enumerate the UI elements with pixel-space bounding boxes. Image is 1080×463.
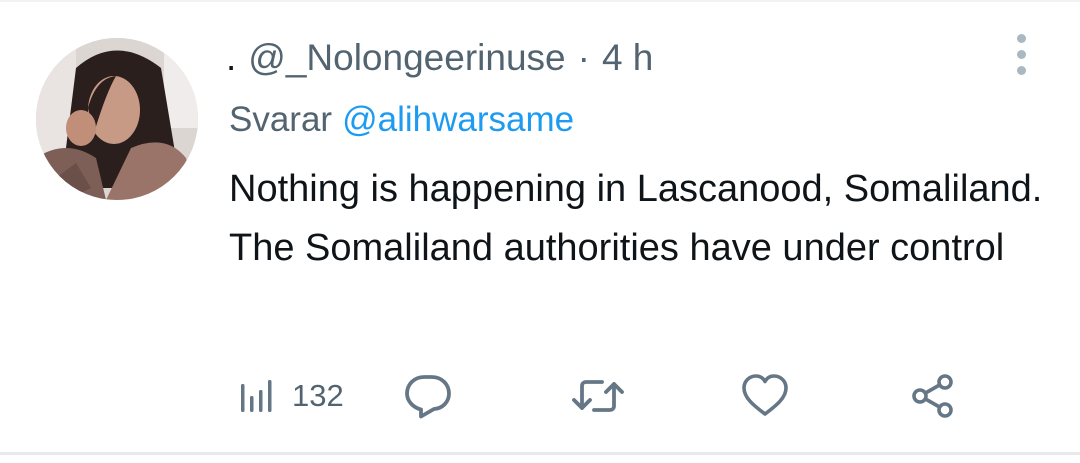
bottom-divider [0, 452, 1080, 455]
views-count: 132 [292, 378, 344, 413]
share-button[interactable] [908, 366, 958, 426]
user-handle[interactable]: @_Nolongeerinuse [248, 37, 565, 79]
top-divider [0, 0, 1080, 2]
reply-icon [405, 375, 451, 419]
more-dot-icon [1016, 65, 1026, 75]
like-button[interactable] [739, 366, 791, 426]
tweet-time[interactable]: 4 h [602, 37, 653, 79]
share-icon [912, 374, 953, 418]
retweet-icon [572, 380, 624, 412]
views-button[interactable]: 132 [236, 366, 344, 426]
views-icon [241, 380, 272, 412]
header-dot: . [226, 37, 237, 78]
reply-mention-link[interactable]: @alihwarsame [342, 100, 574, 140]
replying-to: Svarar @alihwarsame [229, 96, 574, 144]
tweet-actions: 132 [0, 366, 1080, 426]
avatar[interactable] [36, 38, 198, 200]
tweet-header: . @_Nolongeerinuse · 4 h [226, 30, 653, 86]
more-dot-icon [1016, 49, 1026, 59]
tweet-text: Nothing is happening in Lascanood, Somal… [229, 168, 1043, 269]
header-separator: · [577, 37, 590, 78]
retweet-button[interactable] [570, 366, 626, 426]
like-icon [742, 374, 788, 416]
more-dot-icon [1016, 33, 1026, 43]
reply-button[interactable] [401, 366, 455, 426]
replying-to-label: Svarar [229, 100, 333, 139]
avatar-image [36, 38, 198, 200]
more-options-button[interactable] [1005, 32, 1037, 76]
